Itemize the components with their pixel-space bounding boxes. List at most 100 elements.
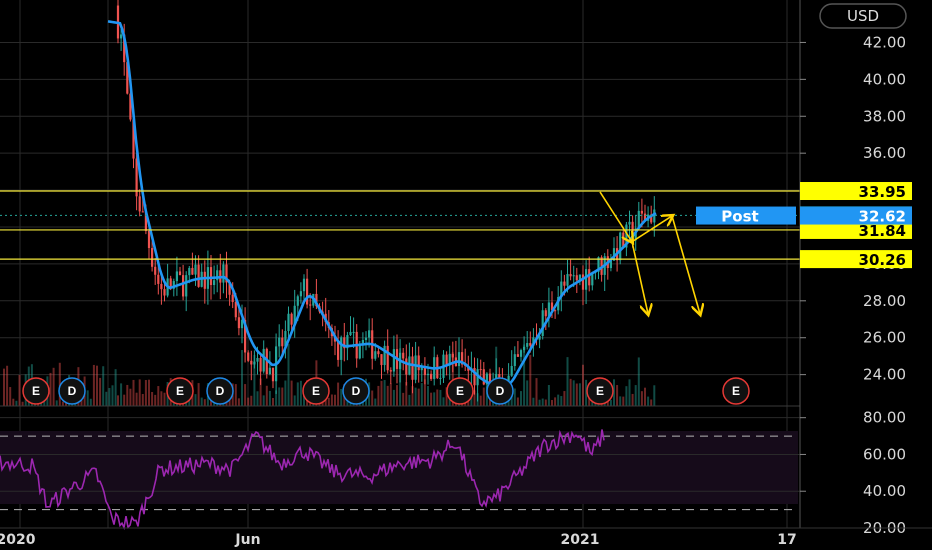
volume-bar bbox=[327, 397, 330, 406]
candle-body bbox=[566, 274, 569, 286]
candle-body bbox=[386, 345, 389, 371]
candle-body bbox=[526, 343, 529, 347]
candle-body bbox=[157, 274, 160, 284]
candle-body bbox=[340, 337, 343, 360]
volume-bar bbox=[272, 397, 274, 406]
candle-body bbox=[414, 355, 417, 380]
volume-bar bbox=[141, 393, 144, 406]
time-tick-label: 17 bbox=[777, 532, 796, 548]
volume-bar bbox=[337, 382, 340, 406]
volume-bar bbox=[628, 379, 631, 406]
volume-bar bbox=[383, 380, 386, 406]
candle-body bbox=[569, 274, 572, 277]
candle-body bbox=[585, 269, 588, 290]
candle-body bbox=[374, 351, 377, 359]
volume-bar bbox=[290, 380, 293, 406]
volume-bar bbox=[535, 378, 538, 406]
volume-bar bbox=[371, 390, 374, 406]
price-chart[interactable]: EDEDEDEDEE USD 24.0026.0028.0030.0032.00… bbox=[0, 0, 932, 550]
candle-body bbox=[262, 348, 265, 372]
event-marker-letter: D bbox=[352, 384, 361, 398]
volume-bar bbox=[647, 396, 650, 406]
volume-bar bbox=[6, 365, 9, 406]
volume-bar bbox=[644, 387, 646, 406]
event-marker-letter: E bbox=[596, 384, 604, 398]
post-market-tag: Post bbox=[721, 208, 758, 226]
candle-body bbox=[268, 367, 271, 375]
candle-body bbox=[250, 360, 253, 365]
candle-body bbox=[541, 310, 544, 336]
candle-body bbox=[516, 354, 519, 357]
candle-body bbox=[510, 366, 513, 376]
volume-bar bbox=[89, 398, 92, 406]
candle-body bbox=[147, 230, 151, 249]
volume-bar bbox=[582, 364, 584, 406]
candle-body bbox=[290, 313, 293, 325]
volume-bar bbox=[144, 380, 147, 406]
volume-bar bbox=[160, 391, 163, 406]
volume-bar bbox=[442, 397, 445, 406]
volume-bar bbox=[405, 382, 408, 406]
time-tick-label: 2020 bbox=[0, 532, 36, 548]
candle-body bbox=[572, 275, 575, 277]
candle-body bbox=[426, 373, 430, 376]
volume-bar bbox=[234, 384, 237, 406]
volume-bar bbox=[296, 382, 299, 406]
volume-bar bbox=[299, 380, 302, 406]
volume-bar bbox=[392, 389, 395, 406]
volume-bar bbox=[9, 387, 12, 406]
candle-body bbox=[247, 352, 250, 361]
volume-bar bbox=[15, 400, 18, 406]
candle-body bbox=[256, 357, 259, 362]
candle-body bbox=[377, 351, 380, 355]
candle-body bbox=[451, 353, 454, 358]
volume-bar bbox=[55, 400, 58, 406]
volume-bar bbox=[436, 389, 439, 406]
candle-body bbox=[163, 289, 166, 296]
candle-body bbox=[203, 271, 206, 289]
volume-bar bbox=[157, 386, 160, 406]
price-tick-label: 24.00 bbox=[863, 366, 906, 384]
candle-body bbox=[439, 377, 442, 379]
candle-body bbox=[271, 367, 275, 382]
candle-body bbox=[423, 367, 426, 376]
volume-bar bbox=[566, 357, 569, 406]
price-tick-label: 40.00 bbox=[863, 70, 906, 88]
candle-body bbox=[352, 331, 355, 333]
volume-bar bbox=[408, 394, 411, 406]
volume-bar bbox=[529, 354, 532, 406]
volume-bar bbox=[86, 390, 89, 406]
volume-bar bbox=[281, 387, 284, 406]
candle-body bbox=[513, 354, 516, 367]
volume-bar bbox=[197, 383, 200, 406]
volume-bar bbox=[52, 367, 55, 406]
candle-body bbox=[281, 337, 284, 347]
event-marker-letter: E bbox=[312, 384, 320, 398]
event-marker-letter: D bbox=[496, 384, 505, 398]
candle-body bbox=[178, 271, 182, 276]
candle-body bbox=[358, 344, 361, 359]
volume-bar bbox=[132, 379, 135, 406]
volume-bar bbox=[520, 391, 522, 406]
candle-body bbox=[479, 369, 482, 371]
volume-bar bbox=[414, 387, 417, 406]
volume-bar bbox=[377, 385, 380, 406]
volume-bar bbox=[265, 385, 268, 406]
volume-bar bbox=[402, 392, 405, 406]
candle-body bbox=[588, 269, 591, 286]
candle-body bbox=[519, 350, 523, 357]
candle-body bbox=[405, 358, 408, 375]
candle-body bbox=[628, 221, 631, 225]
volume-bar bbox=[278, 387, 281, 406]
volume-bar bbox=[163, 392, 166, 406]
price-tick-label: 26.00 bbox=[863, 329, 906, 347]
volume-bar bbox=[389, 383, 392, 406]
volume-bar bbox=[105, 391, 108, 406]
rsi-background bbox=[0, 431, 798, 504]
candle-body bbox=[302, 278, 306, 292]
volume-bar bbox=[92, 364, 95, 406]
candle-body bbox=[287, 313, 290, 331]
volume-bar bbox=[551, 399, 553, 406]
volume-bar bbox=[575, 383, 578, 406]
time-tick-label: Jun bbox=[234, 532, 260, 548]
